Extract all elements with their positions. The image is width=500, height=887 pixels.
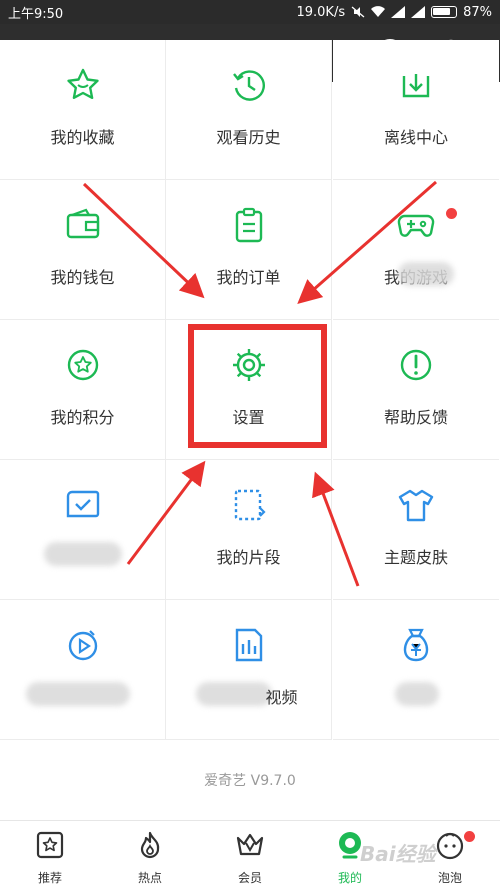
money-bag-icon: [403, 628, 429, 662]
tab-vip[interactable]: 会员: [200, 821, 300, 887]
grid-item-label: 设置: [232, 408, 265, 427]
grid-item-label: 帮助反馈: [383, 408, 448, 427]
help-icon: [400, 349, 432, 381]
tab-label: 我的: [337, 871, 362, 885]
stats-doc-icon: [235, 628, 262, 662]
grid-item-label: 视频: [265, 688, 298, 707]
grid-item-favorites[interactable]: 我的收藏: [0, 40, 166, 180]
grid-item-label: 我的钱包: [50, 268, 115, 287]
privacy-blur: [398, 262, 454, 286]
gamepad-icon: [397, 214, 435, 237]
fire-icon: [140, 831, 160, 859]
recommend-icon: [36, 831, 64, 859]
grid-item-label: 主题皮肤: [383, 548, 448, 567]
clip-icon: [234, 489, 266, 521]
tab-label: 推荐: [37, 871, 62, 885]
tshirt-icon: [398, 489, 434, 522]
grid-item-hidden-1[interactable]: [0, 460, 166, 600]
grid-item-clips[interactable]: 我的片段: [166, 460, 332, 600]
download-icon: [402, 74, 430, 98]
watermark: Bai经验: [360, 842, 436, 866]
tab-label: 泡泡: [437, 871, 462, 885]
grid-item-hidden-2[interactable]: [0, 600, 166, 740]
play-bubble-icon: [68, 630, 97, 661]
wifi-icon: [371, 6, 386, 18]
wallet-icon: [66, 208, 99, 239]
screen-check-icon: [66, 490, 99, 518]
privacy-blur: [26, 682, 130, 706]
grid-item-wallet[interactable]: 我的钱包: [0, 180, 166, 320]
bubble-face-icon: [436, 832, 464, 860]
privacy-blur: [44, 542, 122, 566]
signal-icon: [391, 6, 406, 18]
tab-label: 热点: [137, 871, 162, 885]
grid-item-label: 我的片段: [216, 548, 281, 567]
grid-item-help[interactable]: 帮助反馈: [333, 320, 499, 460]
grid-item-themes[interactable]: 主题皮肤: [333, 460, 499, 600]
grid-item-label: 观看历史: [216, 128, 281, 147]
grid-item-points[interactable]: 我的积分: [0, 320, 166, 460]
gear-icon: [232, 349, 265, 381]
signal-icon-2: [411, 6, 426, 18]
network-speed: 19.0K/s: [296, 4, 346, 20]
privacy-blur: [395, 682, 439, 706]
mute-icon: [351, 6, 365, 18]
grid-item-label: 我的收藏: [50, 128, 115, 147]
star-icon: [66, 68, 99, 99]
tab-label: 会员: [237, 871, 262, 885]
battery-percent: 87%: [463, 4, 492, 20]
battery-icon: [431, 6, 458, 18]
grid-item-history[interactable]: 观看历史: [166, 40, 332, 180]
tab-recommend[interactable]: 推荐: [0, 821, 100, 887]
clipboard-icon: [235, 207, 262, 243]
new-badge-dot: [464, 831, 475, 842]
points-icon: [67, 349, 98, 381]
grid-item-hidden-4[interactable]: [333, 600, 499, 740]
grid-item-orders[interactable]: 我的订单: [166, 180, 332, 320]
status-bar: 上午9:50 19.0K/s 87%: [0, 0, 500, 24]
history-clock-icon: [232, 70, 265, 101]
grid-item-settings[interactable]: 设置: [166, 320, 332, 460]
status-right: 19.0K/s 87%: [296, 5, 492, 20]
app-version: 爱奇艺 V9.7.0: [204, 773, 296, 789]
status-time: 上午9:50: [8, 6, 64, 22]
tab-hot[interactable]: 热点: [100, 821, 200, 887]
grid-item-label: 离线中心: [383, 128, 448, 147]
vip-crown-icon: [236, 833, 264, 856]
grid-item-games[interactable]: 我的游戏: [333, 180, 499, 320]
grid-item-hidden-3[interactable]: 视频: [166, 600, 332, 740]
grid-item-label: 我的积分: [50, 408, 115, 427]
grid-item-offline[interactable]: 离线中心: [333, 40, 499, 180]
new-badge-dot: [446, 208, 457, 219]
grid-item-label: 我的订单: [216, 268, 281, 287]
